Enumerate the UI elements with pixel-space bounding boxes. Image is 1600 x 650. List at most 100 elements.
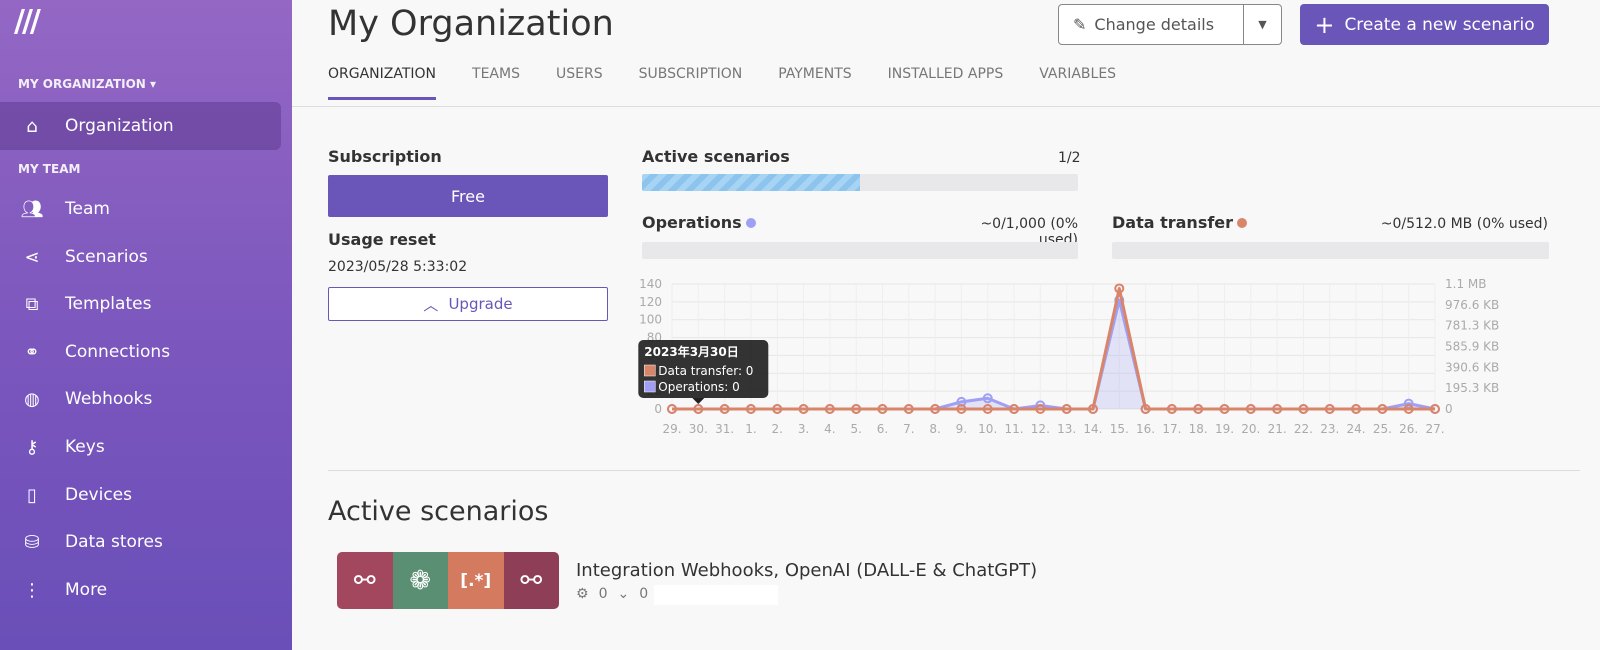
active-scenarios-bar [642, 174, 1078, 191]
upgrade-label: Upgrade [448, 295, 513, 313]
tooltip-line: Data transfer: 0 [658, 364, 753, 378]
sidebar-item-label: Webhooks [65, 389, 153, 409]
x-tick-label: 30. [689, 422, 708, 436]
right-tick-label: 390.6 KB [1445, 360, 1499, 374]
scenario-ops: 0 [639, 586, 649, 602]
scenario-name-link[interactable]: Integration Webhooks, OpenAI (DALL-E & C… [576, 560, 1037, 581]
subscription-title: Subscription [328, 147, 442, 166]
operations-bar [642, 242, 1078, 259]
x-tick-label: 2. [772, 422, 783, 436]
x-tick-label: 26. [1399, 422, 1418, 436]
x-tick-label: 12. [1031, 422, 1050, 436]
x-tick-label: 24. [1347, 422, 1366, 436]
org-switcher[interactable]: MY ORGANIZATION ▾ [18, 77, 156, 91]
create-scenario-button[interactable]: + Create a new scenario [1300, 4, 1549, 45]
x-tick-label: 22. [1294, 422, 1313, 436]
more-vertical-icon: ⋮ [23, 579, 41, 601]
sidebar-item-keys[interactable]: ⚷ Keys [0, 423, 281, 471]
data-transfer-legend-dot [1237, 218, 1248, 228]
tab-teams[interactable]: TEAMS [472, 66, 520, 100]
make-logo[interactable]: /// [14, 4, 41, 39]
tab-users[interactable]: USERS [556, 66, 603, 100]
data-transfer-title: Data transfer [1112, 213, 1248, 232]
sidebar-item-label: Templates [65, 294, 152, 314]
sidebar-item-team[interactable]: 👥︎ Team [0, 185, 281, 233]
regex-icon: [.*] [448, 552, 504, 609]
right-tick-label: 976.6 KB [1445, 298, 1499, 312]
left-tick-label: 120 [639, 295, 662, 309]
tooltip-line: Operations: 0 [658, 380, 739, 394]
sidebar-item-label: Connections [65, 342, 171, 362]
active-scenarios-count: 1/2 [1058, 150, 1081, 166]
x-tick-label: 15. [1110, 422, 1129, 436]
right-tick-label: 0 [1445, 402, 1453, 416]
tab-bar: ORGANIZATION TEAMS USERS SUBSCRIPTION PA… [328, 66, 1116, 100]
globe-icon: ◍ [24, 388, 40, 410]
link-icon: ⚭ [24, 341, 40, 363]
team-section-label: MY TEAM [18, 162, 81, 176]
x-tick-label: 11. [1004, 422, 1023, 436]
upgrade-button[interactable]: ︿ Upgrade [328, 287, 608, 321]
change-details-button-group: ✎ Change details ▼ [1058, 4, 1282, 45]
sidebar-item-connections[interactable]: ⚭ Connections [0, 328, 281, 376]
sidebar-item-label: Scenarios [65, 247, 148, 267]
change-details-label: Change details [1094, 15, 1215, 34]
data-transfer-bar [1112, 242, 1549, 259]
sidebar-item-webhooks[interactable]: ◍ Webhooks [0, 375, 281, 423]
page-title: My Organization [328, 4, 614, 44]
sidebar-item-label: Devices [65, 485, 132, 505]
x-tick-label: 27. [1425, 422, 1444, 436]
sidebar-item-scenarios[interactable]: ⋖ Scenarios [0, 233, 281, 281]
x-tick-label: 8. [929, 422, 940, 436]
sidebar-item-organization[interactable]: ⌂ Organization [0, 102, 281, 150]
change-details-button[interactable]: ✎ Change details [1059, 5, 1244, 44]
tooltip-title: 2023年3月30日 [644, 344, 738, 359]
sidebar-item-label: Keys [65, 437, 105, 457]
sidebar-item-data-stores[interactable]: ⛁ Data stores [0, 518, 281, 566]
active-scenarios-fill [642, 174, 860, 191]
x-tick-label: 25. [1373, 422, 1392, 436]
edit-icon: ✎ [1073, 15, 1087, 34]
scenario-meta: ⚙ 0 ⌄ 0 [576, 586, 648, 602]
x-tick-label: 19. [1215, 422, 1234, 436]
x-tick-label: 23. [1320, 422, 1339, 436]
x-tick-label: 31. [715, 422, 734, 436]
scenario-modules[interactable]: ⚯ ❁ [.*] ⚯ [337, 552, 559, 609]
redacted-area [654, 585, 778, 605]
share-icon: ⋖ [24, 246, 40, 268]
operations-label: Operations [642, 213, 742, 232]
chevron-down-icon[interactable]: ▼ [1244, 18, 1281, 31]
tab-variables[interactable]: VARIABLES [1039, 66, 1116, 100]
x-tick-label: 10. [978, 422, 997, 436]
x-tick-label: 16. [1136, 422, 1155, 436]
tab-subscription[interactable]: SUBSCRIPTION [639, 66, 743, 100]
right-tick-label: 585.9 KB [1445, 340, 1499, 354]
sidebar-item-more[interactable]: ⋮ More [0, 566, 281, 614]
x-tick-label: 29. [662, 422, 681, 436]
left-tick-label: 0 [654, 402, 662, 416]
plus-icon: + [1314, 10, 1335, 39]
divider [328, 470, 1580, 471]
data-transfer-usage: ~0/512.0 MB (0% used) [1380, 216, 1548, 232]
x-tick-label: 20. [1241, 422, 1260, 436]
key-icon: ⚷ [25, 436, 39, 458]
openai-icon: ❁ [392, 552, 448, 609]
phone-icon: ▯ [27, 484, 37, 506]
operations-area [672, 300, 1435, 409]
tab-installed-apps[interactable]: INSTALLED APPS [888, 66, 1004, 100]
right-tick-label: 781.3 KB [1445, 319, 1499, 333]
tab-payments[interactable]: PAYMENTS [778, 66, 851, 100]
sidebar: /// MY ORGANIZATION ▾ ⌂ Organization MY T… [0, 0, 292, 650]
x-tick-label: 9. [956, 422, 967, 436]
sidebar-item-label: More [65, 580, 108, 600]
tab-organization[interactable]: ORGANIZATION [328, 66, 437, 100]
usage-chart: 0204060801001201400195.3 KB390.6 KB585.9… [638, 277, 1499, 436]
home-icon: ⌂ [26, 115, 38, 137]
right-tick-label: 195.3 KB [1445, 381, 1499, 395]
operations-legend-dot [745, 218, 756, 228]
chevrons-down-icon: ⌄ [617, 586, 630, 602]
x-tick-label: 5. [850, 422, 861, 436]
x-tick-label: 3. [798, 422, 809, 436]
sidebar-item-devices[interactable]: ▯ Devices [0, 471, 281, 519]
sidebar-item-templates[interactable]: ⧉ Templates [0, 280, 281, 328]
